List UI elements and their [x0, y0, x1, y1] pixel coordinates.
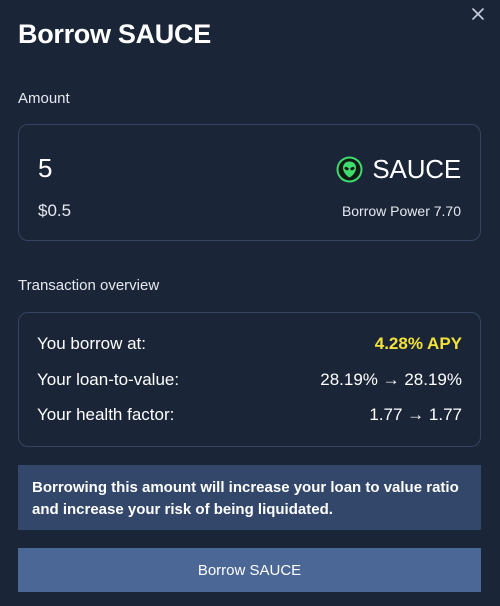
overview-label: Transaction overview — [18, 277, 160, 294]
ltv-value: 28.19% → 28.19% — [320, 370, 462, 389]
liquidation-warning: Borrowing this amount will increase your… — [18, 465, 481, 530]
token-symbol: SAUCE — [372, 154, 461, 184]
overview-row-ltv: Your loan-to-value: 28.19% → 28.19% — [37, 369, 462, 391]
overview-row-label: Your health factor: — [37, 405, 175, 424]
overview-row-label: You borrow at: — [37, 334, 146, 353]
modal-title: Borrow SAUCE — [18, 19, 211, 49]
amount-input[interactable] — [38, 153, 238, 183]
borrow-apy-value: 4.28% APY — [374, 334, 462, 353]
borrow-modal: Borrow SAUCE Amount $0.5 SAUCE Borrow Po… — [0, 0, 500, 606]
borrow-button[interactable]: Borrow SAUCE — [18, 548, 481, 592]
borrow-power: Borrow Power 7.70 — [341, 203, 461, 219]
close-icon[interactable] — [470, 6, 486, 22]
amount-input-box[interactable]: $0.5 SAUCE Borrow Power 7.70 — [18, 124, 481, 241]
amount-label: Amount — [18, 90, 70, 107]
usd-value: $0.5 — [38, 201, 72, 220]
overview-row-label: Your loan-to-value: — [37, 370, 180, 389]
sauce-alien-icon — [336, 156, 363, 183]
transaction-overview: You borrow at: 4.28% APY Your loan-to-va… — [18, 312, 481, 447]
token-selector: SAUCE — [336, 153, 461, 185]
overview-row-health-factor: Your health factor: 1.77 → 1.77 — [37, 404, 462, 426]
health-factor-value: 1.77 → 1.77 — [369, 405, 462, 424]
overview-row-borrow-rate: You borrow at: 4.28% APY — [37, 333, 462, 355]
